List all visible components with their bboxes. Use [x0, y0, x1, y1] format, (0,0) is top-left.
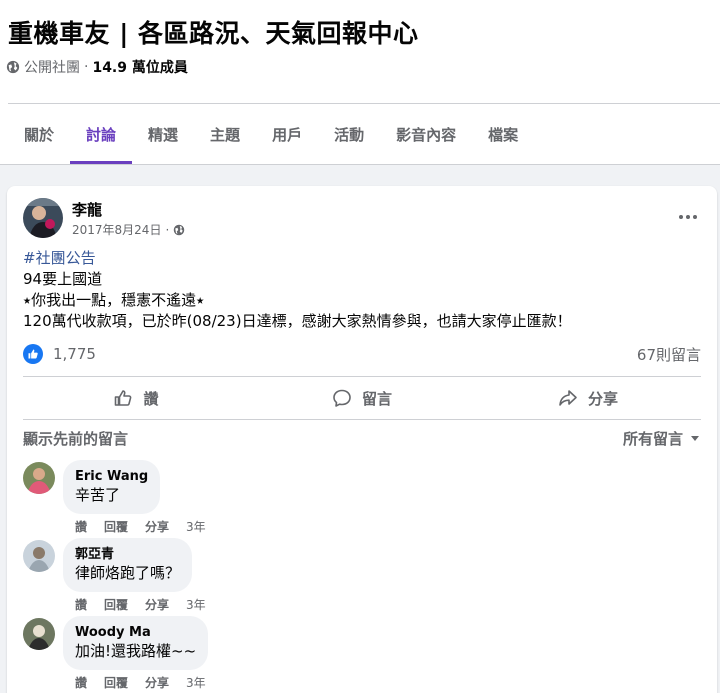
comment-bubble: 郭亞青 律師烙跑了嗎？ [63, 538, 193, 592]
comment-count[interactable]: 67則留言 [637, 344, 701, 365]
comment-actions: 讚 回覆 分享 3年 [75, 674, 206, 691]
tab-media[interactable]: 影音內容 [380, 104, 472, 164]
post-date[interactable]: 2017年8月24日 [72, 221, 161, 238]
commenter-avatar[interactable] [23, 462, 55, 494]
comment-text: 辛苦了 [75, 486, 121, 504]
share-button[interactable]: 分享 [475, 377, 701, 419]
comment-bubble: Eric Wang 辛苦了 [63, 460, 161, 514]
group-tabs: 關於 討論 精選 主題 用戶 活動 影音內容 檔案 [8, 104, 534, 164]
commenter-name[interactable]: Eric Wang [75, 468, 148, 485]
comments-header: 顯示先前的留言 所有留言 [23, 426, 701, 450]
share-button-label: 分享 [587, 389, 618, 408]
post-card: 李龍 2017年8月24日 · #社團公告 94要上國道 ⭑你我出一點，穩憲不遙… [7, 186, 717, 693]
comment-time[interactable]: 3年 [186, 518, 206, 535]
post-body: #社團公告 94要上國道 ⭑你我出一點，穩憲不遙遠⭑ 120萬代收款項，已於昨(… [23, 248, 703, 332]
group-meta: 公開社團 · 14.9 萬位成員 [6, 57, 188, 77]
comment-bubble: Woody Ma 加油!還我路權~~ [63, 616, 209, 670]
reactions-bar: 1,775 67則留言 [23, 342, 701, 366]
comment-time[interactable]: 3年 [186, 596, 206, 613]
comment-actions: 讚 回覆 分享 3年 [75, 518, 206, 535]
comment-filter-label: 所有留言 [622, 429, 683, 448]
thumbs-up-icon [115, 390, 132, 406]
post-line: 94要上國道 [23, 270, 103, 288]
globe-icon [6, 60, 20, 74]
caret-down-icon [691, 436, 699, 441]
commenter-name[interactable]: Woody Ma [75, 624, 196, 641]
post-line: 120萬代收款項，已於昨(08/23)日達標，感謝大家熱情參與，也請大家停止匯款… [23, 312, 572, 330]
post-author-name[interactable]: 李龍 [72, 199, 102, 220]
post-time-separator: · [165, 222, 170, 237]
comment-like-button[interactable]: 讚 [75, 596, 87, 613]
share-arrow-icon [559, 390, 577, 406]
comment-time[interactable]: 3年 [186, 674, 206, 691]
comment-reply-button[interactable]: 回覆 [104, 596, 128, 613]
tab-files[interactable]: 檔案 [472, 104, 534, 164]
tab-featured[interactable]: 精選 [132, 104, 194, 164]
comment-text: 加油!還我路權~~ [75, 642, 197, 660]
tab-about[interactable]: 關於 [8, 104, 70, 164]
show-previous-comments[interactable]: 顯示先前的留言 [23, 428, 128, 449]
group-header: 重機車友 | 各區路況、天氣回報中心 公開社團 · 14.9 萬位成員 關於 討… [0, 0, 720, 165]
globe-icon [174, 224, 185, 235]
like-button[interactable]: 讚 [23, 377, 249, 419]
comment-filter-dropdown[interactable]: 所有留言 [623, 428, 701, 449]
comment-actions: 讚 回覆 分享 3年 [75, 596, 206, 613]
tab-members[interactable]: 用戶 [256, 104, 318, 164]
commenter-name[interactable]: 郭亞青 [75, 546, 180, 563]
tab-events[interactable]: 活動 [318, 104, 380, 164]
comment-reply-button[interactable]: 回覆 [104, 674, 128, 691]
comment-button-label: 留言 [361, 389, 392, 408]
comment-bubble-icon [333, 389, 351, 407]
comment-button[interactable]: 留言 [249, 377, 475, 419]
author-avatar[interactable] [23, 198, 63, 238]
post-timestamp: 2017年8月24日 · [72, 221, 185, 238]
comment-share-button[interactable]: 分享 [145, 674, 169, 691]
comment-share-button[interactable]: 分享 [145, 518, 169, 535]
comment-like-button[interactable]: 讚 [75, 674, 87, 691]
post-line: ⭑你我出一點，穩憲不遙遠⭑ [23, 291, 205, 309]
post-hashtag[interactable]: #社團公告 [23, 248, 703, 269]
reaction-count[interactable]: 1,775 [53, 345, 96, 363]
meta-separator: · [84, 59, 89, 75]
like-button-label: 讚 [143, 389, 159, 408]
group-privacy: 公開社團 [24, 60, 80, 76]
tab-discussion[interactable]: 討論 [70, 104, 133, 164]
comment-like-button[interactable]: 讚 [75, 518, 87, 535]
more-options-icon[interactable] [677, 206, 699, 228]
group-title[interactable]: 重機車友 | 各區路況、天氣回報中心 [8, 14, 419, 50]
comment-share-button[interactable]: 分享 [145, 596, 169, 613]
group-member-count[interactable]: 14.9 萬位成員 [92, 57, 187, 77]
commenter-avatar[interactable] [23, 618, 55, 650]
divider [23, 419, 701, 420]
comment-reply-button[interactable]: 回覆 [104, 518, 128, 535]
tab-topics[interactable]: 主題 [194, 104, 256, 164]
post-actions: 讚 留言 分享 [23, 377, 701, 419]
like-reaction-icon[interactable] [23, 344, 43, 364]
comment-text: 律師烙跑了嗎？ [75, 564, 181, 582]
commenter-avatar[interactable] [23, 540, 55, 572]
